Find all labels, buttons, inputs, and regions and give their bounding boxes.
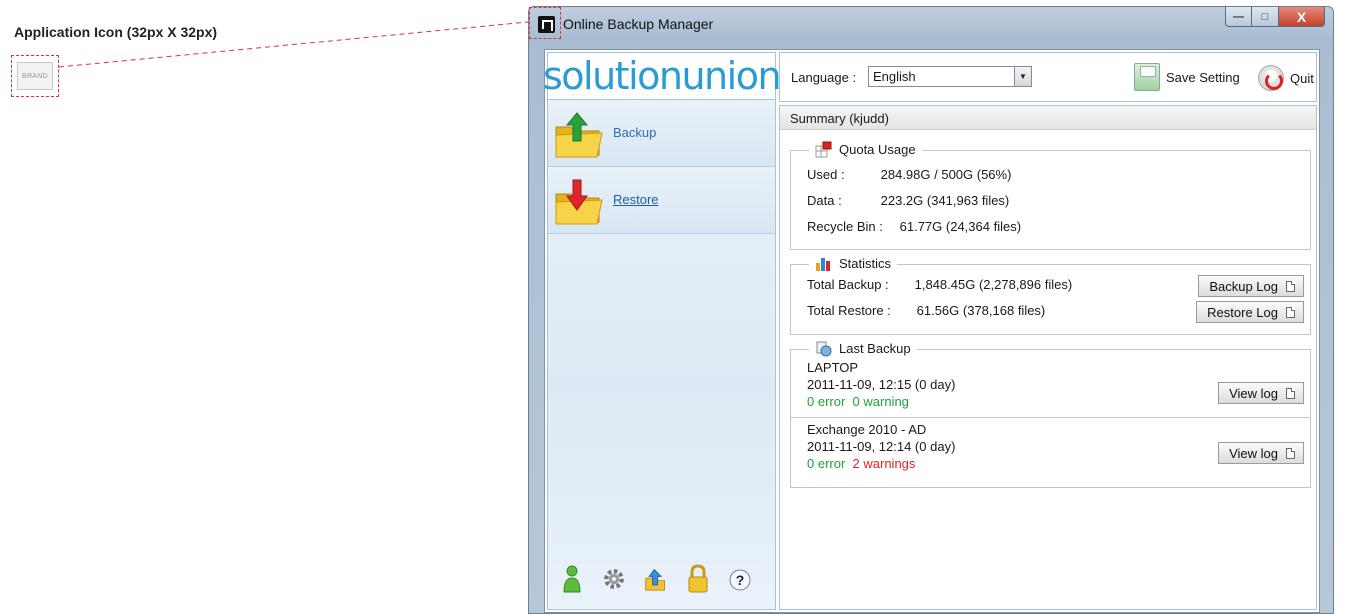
main-panel: Language : English ▼ Save Setting Quit S… — [779, 52, 1317, 610]
backup-log-button[interactable]: Backup Log — [1198, 275, 1304, 297]
summary-header: Summary (kjudd) — [780, 106, 1316, 130]
quota-usage-title: Quota Usage — [839, 142, 916, 157]
help-symbol: ? — [736, 572, 745, 588]
help-icon[interactable]: ? — [728, 564, 752, 594]
quota-used-row: Used : 284.98G / 500G (56%) — [807, 167, 1011, 182]
warning-count: 2 warnings — [852, 456, 916, 471]
total-backup-row: Total Backup : 1,848.45G (2,278,896 file… — [807, 277, 1072, 292]
maximize-button[interactable]: □ — [1252, 7, 1279, 27]
last-backup-entry: LAPTOP 2011-11-09, 12:15 (0 day) 0 error… — [791, 358, 1310, 418]
restore-log-button[interactable]: Restore Log — [1196, 301, 1304, 323]
view-log-button[interactable]: View log — [1218, 382, 1304, 404]
quota-usage-group: Quota Usage Used : 284.98G / 500G (56%) … — [790, 141, 1311, 250]
quota-recycle-row: Recycle Bin : 61.77G (24,364 files) — [807, 219, 1021, 234]
sidebar-item-label: Backup — [613, 125, 657, 140]
data-value: 223.2G (341,963 files) — [880, 193, 1010, 208]
user-icon[interactable] — [560, 564, 584, 594]
last-backup-title: Last Backup — [839, 341, 911, 356]
backup-set-name: Exchange 2010 - AD — [807, 422, 927, 437]
document-icon — [1286, 447, 1295, 459]
client-area: solutionunion Backup Restore ? Language … — [543, 49, 1320, 613]
sidebar-item-label: Restore — [613, 192, 659, 207]
language-value: English — [873, 69, 916, 84]
quota-data-row: Data : 223.2G (341,963 files) — [807, 193, 1009, 208]
last-backup-entry: Exchange 2010 - AD 2011-11-09, 12:14 (0 … — [791, 420, 1310, 480]
annotation-connector-line — [58, 21, 529, 68]
total-restore-row: Total Restore : 61.56G (378,168 files) — [807, 303, 1045, 318]
close-button[interactable]: X — [1279, 7, 1325, 27]
app-icon[interactable] — [538, 16, 555, 33]
last-backup-group: Last Backup LAPTOP 2011-11-09, 12:15 (0 … — [790, 340, 1311, 488]
backup-set-time: 2011-11-09, 12:15 (0 day) — [807, 377, 956, 392]
restore-log-label: Restore Log — [1207, 304, 1278, 320]
error-count: 0 error — [807, 394, 846, 409]
total-restore-label: Total Restore : — [807, 303, 891, 318]
power-icon — [1258, 65, 1284, 91]
save-setting-button[interactable]: Save Setting — [1134, 63, 1240, 91]
language-label: Language : — [791, 70, 857, 85]
app-window: Online Backup Manager — □ X solutionunio… — [528, 6, 1334, 614]
quit-button[interactable]: Quit — [1258, 65, 1314, 91]
minimize-button[interactable]: — — [1225, 7, 1252, 27]
gear-icon[interactable] — [602, 564, 626, 594]
summary-panel: Summary (kjudd) Quota Usage Used : 284.9… — [779, 105, 1317, 610]
floppy-disk-icon — [1134, 63, 1160, 91]
warning-count: 0 warning — [852, 394, 909, 409]
folder-download-icon — [555, 179, 603, 225]
save-setting-label: Save Setting — [1166, 69, 1240, 85]
used-value: 284.98G / 500G (56%) — [880, 167, 1012, 182]
backup-set-time: 2011-11-09, 12:14 (0 day) — [807, 439, 956, 454]
logo-text: solutionunion — [542, 54, 782, 98]
recycle-bin-value: 61.77G (24,364 files) — [899, 219, 1022, 234]
backup-set-status: 0 error 0 warning — [807, 394, 909, 409]
last-backup-legend: Last Backup — [809, 340, 917, 357]
brand-logo: solutionunion — [543, 53, 782, 100]
statistics-title: Statistics — [839, 256, 892, 271]
lock-icon[interactable] — [686, 564, 710, 594]
document-icon — [1286, 280, 1295, 292]
total-backup-label: Total Backup : — [807, 277, 889, 292]
quota-icon — [815, 141, 832, 158]
sidebar-item-backup[interactable]: Backup — [548, 101, 775, 167]
document-icon — [1286, 387, 1295, 399]
backup-log-label: Backup Log — [1209, 278, 1278, 294]
data-label: Data : — [807, 193, 842, 208]
folder-upload-icon — [555, 112, 603, 158]
view-log-label: View log — [1229, 385, 1278, 401]
used-label: Used : — [807, 167, 845, 182]
statistics-group: Statistics Total Backup : 1,848.45G (2,2… — [790, 255, 1311, 335]
window-controls: — □ X — [1225, 7, 1325, 27]
view-log-label: View log — [1229, 445, 1278, 461]
backup-set-name: LAPTOP — [807, 360, 859, 375]
sidebar-item-restore[interactable]: Restore — [548, 168, 775, 234]
document-icon — [1286, 306, 1295, 318]
backup-set-status: 0 error 2 warnings — [807, 456, 915, 471]
quota-usage-legend: Quota Usage — [809, 141, 922, 158]
recycle-bin-label: Recycle Bin : — [807, 219, 883, 234]
sidebar: solutionunion Backup Restore ? — [543, 52, 782, 610]
bar-chart-icon — [816, 258, 830, 271]
sidebar-toolbar: ? — [548, 549, 775, 609]
total-backup-value: 1,848.45G (2,278,896 files) — [914, 277, 1073, 292]
quit-label: Quit — [1290, 70, 1314, 86]
error-count: 0 error — [807, 456, 846, 471]
upload-icon[interactable] — [644, 564, 668, 594]
language-select[interactable]: English ▼ — [868, 66, 1032, 87]
top-toolbar: Language : English ▼ Save Setting Quit — [779, 52, 1317, 102]
view-log-button[interactable]: View log — [1218, 442, 1304, 464]
app-icon-highlight — [529, 7, 561, 39]
title-bar[interactable]: Online Backup Manager — □ X — [529, 7, 1333, 41]
window-title: Online Backup Manager — [563, 16, 714, 32]
backup-history-icon — [816, 341, 832, 357]
total-restore-value: 61.56G (378,168 files) — [916, 303, 1046, 318]
statistics-legend: Statistics — [809, 255, 898, 272]
chevron-down-icon[interactable]: ▼ — [1014, 67, 1031, 86]
